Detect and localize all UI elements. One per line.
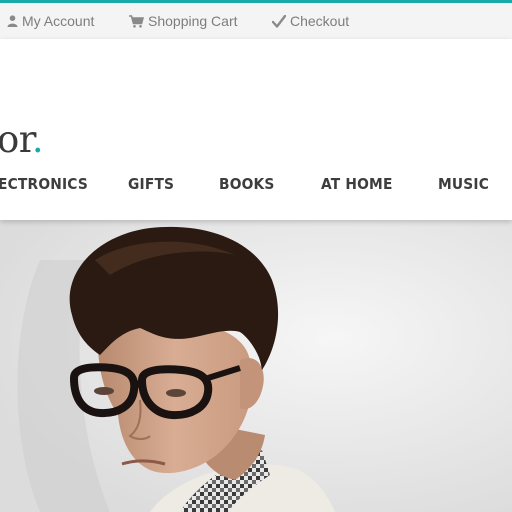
logo-text: or xyxy=(0,118,32,161)
man-with-glasses-photo xyxy=(0,220,512,512)
main-navigation: ECTRONICS GIFTS BOOKS AT HOME MUSIC xyxy=(0,175,512,195)
my-account-label: My Account xyxy=(22,13,95,29)
user-icon xyxy=(7,15,18,27)
nav-item-electronics[interactable]: ECTRONICS xyxy=(0,175,88,193)
site-logo[interactable]: or. xyxy=(0,118,44,161)
nav-item-gifts[interactable]: GIFTS xyxy=(128,175,174,193)
nav-item-music[interactable]: MUSIC xyxy=(438,175,489,193)
checkout-label: Checkout xyxy=(290,13,350,29)
checkmark-icon xyxy=(272,14,286,28)
cart-icon xyxy=(129,14,144,28)
nav-item-books[interactable]: BOOKS xyxy=(219,175,275,193)
shopping-cart-link[interactable]: Shopping Cart xyxy=(129,13,238,29)
nav-item-at-home[interactable]: AT HOME xyxy=(321,175,393,193)
hero-banner[interactable] xyxy=(0,220,512,512)
my-account-link[interactable]: My Account xyxy=(7,13,94,29)
logo-dot: . xyxy=(31,118,44,161)
shopping-cart-label: Shopping Cart xyxy=(148,13,238,29)
top-utility-bar: My Account Shopping Cart Checkout xyxy=(0,3,512,39)
checkout-link[interactable]: Checkout xyxy=(272,13,349,29)
